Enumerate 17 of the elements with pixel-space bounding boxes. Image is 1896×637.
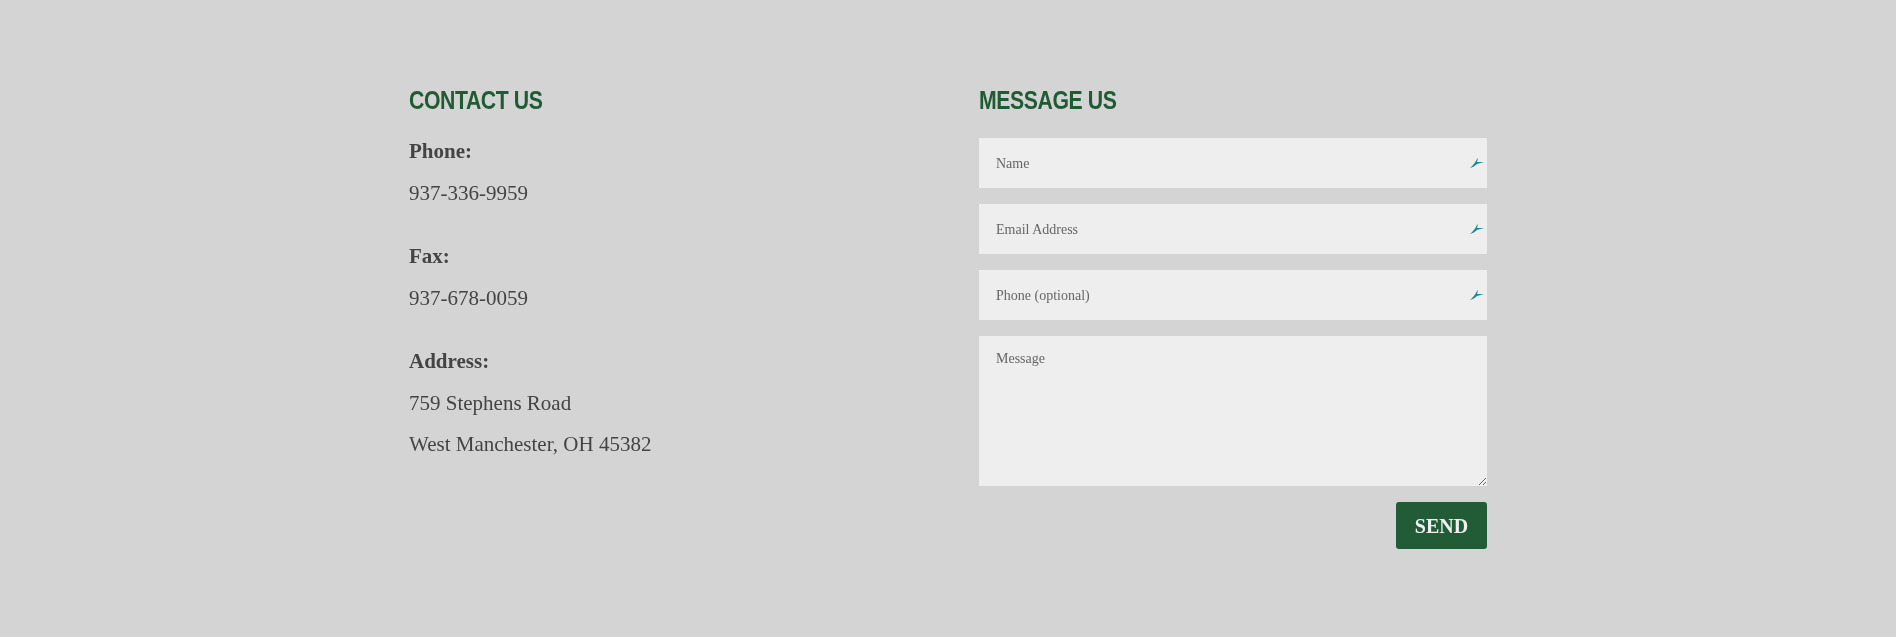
input-field[interactable]: Phone (optional) [979,270,1487,320]
section-heading: CONTACT US [409,85,543,116]
autofill-icon[interactable] [1469,223,1485,235]
input-field[interactable]: Email Address [979,204,1487,254]
contact-text: 759 Stephens Road [409,390,572,416]
field-label: Address: [409,348,490,374]
autofill-icon[interactable] [1469,289,1485,301]
field-label: Fax: [409,243,450,269]
send-button[interactable]: SEND [1396,502,1487,549]
autofill-icon[interactable] [1469,157,1485,169]
message-field[interactable]: Message [979,336,1487,486]
field-label: Phone: [409,138,472,164]
section-heading: MESSAGE US [979,85,1117,116]
input-field[interactable]: Name [979,138,1487,188]
contact-text: 937-336-9959 [409,180,528,206]
contact-text: West Manchester, OH 45382 [409,431,652,457]
contact-text: 937-678-0059 [409,285,528,311]
